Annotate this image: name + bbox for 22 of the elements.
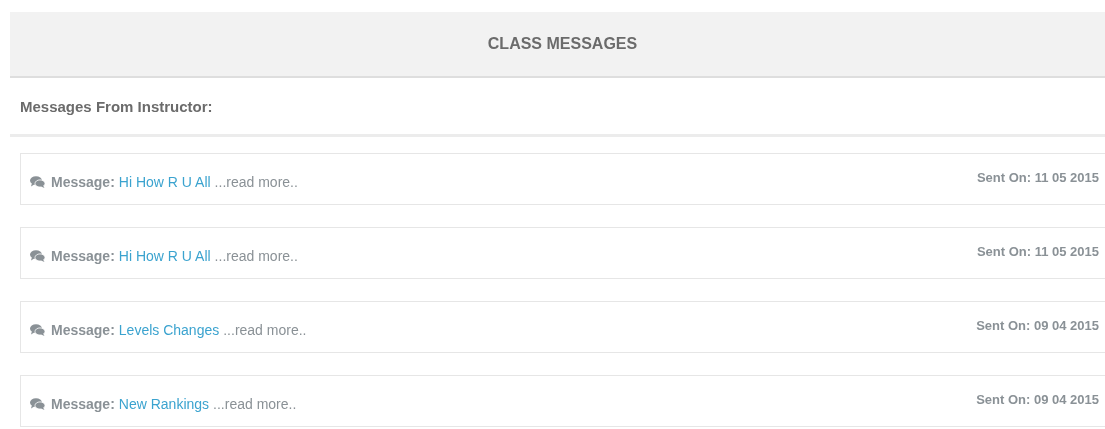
sent-date: Sent On: 11 05 2015	[976, 243, 1099, 261]
message-link[interactable]: Hi How R U All	[118, 248, 211, 264]
chat-bubbles-icon	[30, 324, 45, 336]
read-more-link[interactable]: ...read more..	[223, 322, 307, 338]
chat-bubbles-icon	[30, 176, 45, 188]
sent-date: Sent On: 09 04 2015	[976, 391, 1099, 409]
message-link[interactable]: Hi How R U All	[118, 174, 211, 190]
chat-bubbles-icon	[30, 250, 45, 262]
message-label: Message:	[51, 174, 115, 190]
read-more-link[interactable]: ...read more..	[214, 174, 298, 190]
message-label: Message:	[51, 322, 115, 338]
sent-date: Sent On: 11 05 2015	[976, 169, 1099, 187]
read-more-link[interactable]: ...read more..	[213, 396, 297, 412]
message-label: Message:	[51, 248, 115, 264]
message-link[interactable]: New Rankings	[118, 396, 210, 412]
message-link[interactable]: Levels Changes	[118, 322, 220, 338]
page-title: CLASS MESSAGES	[487, 35, 638, 53]
section-title: Messages From Instructor:	[20, 97, 213, 115]
sent-date: Sent On: 09 04 2015	[976, 317, 1099, 335]
message-label: Message:	[51, 396, 115, 412]
chat-bubbles-icon	[30, 398, 45, 410]
read-more-link[interactable]: ...read more..	[214, 248, 298, 264]
